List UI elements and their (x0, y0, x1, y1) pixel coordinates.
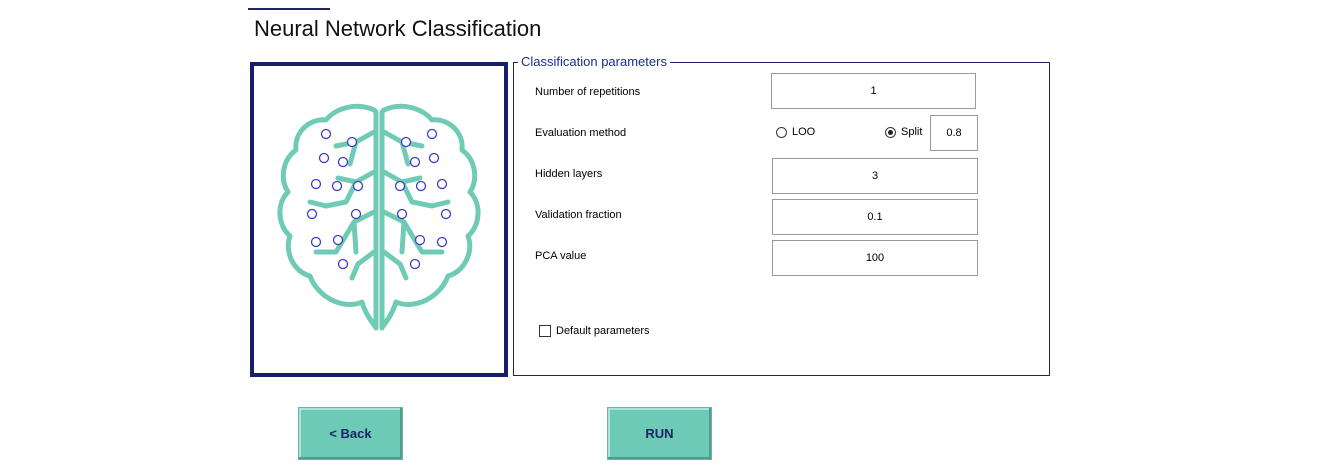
hidden-layers-field[interactable]: 3 (772, 158, 978, 194)
page-title: Neural Network Classification (254, 16, 542, 41)
loo-radio-circle[interactable] (776, 126, 787, 138)
brain-image-panel (250, 62, 508, 377)
brain-network-icon (277, 103, 481, 331)
split-radio[interactable]: Split (885, 126, 922, 138)
split-radio-label: Split (901, 126, 923, 138)
loo-radio-label: LOO (792, 126, 816, 138)
pca-value-field[interactable]: 100 (772, 240, 978, 276)
title-accent-line (248, 8, 330, 10)
default-parameters-box[interactable] (539, 325, 551, 337)
pca-value-label: PCA value (535, 250, 587, 262)
default-parameters-label: Default parameters (556, 325, 650, 337)
classification-parameters-group: Classification parameters Number of repe… (513, 54, 1050, 376)
split-value-field[interactable]: 0.8 (930, 115, 978, 151)
repetitions-label: Number of repetitions (535, 86, 641, 98)
evaluation-method-label: Evaluation method (535, 127, 627, 139)
back-button[interactable]: < Back (298, 407, 403, 460)
hidden-layers-label: Hidden layers (535, 168, 603, 180)
validation-fraction-label: Validation fraction (535, 209, 622, 221)
loo-radio[interactable]: LOO (776, 126, 815, 138)
validation-fraction-field[interactable]: 0.1 (772, 199, 978, 235)
run-button[interactable]: RUN (607, 407, 712, 460)
default-parameters-checkbox[interactable]: Default parameters (539, 325, 650, 337)
repetitions-field[interactable]: 1 (771, 73, 976, 109)
split-radio-circle[interactable] (885, 126, 896, 138)
group-legend: Classification parameters (518, 54, 670, 69)
